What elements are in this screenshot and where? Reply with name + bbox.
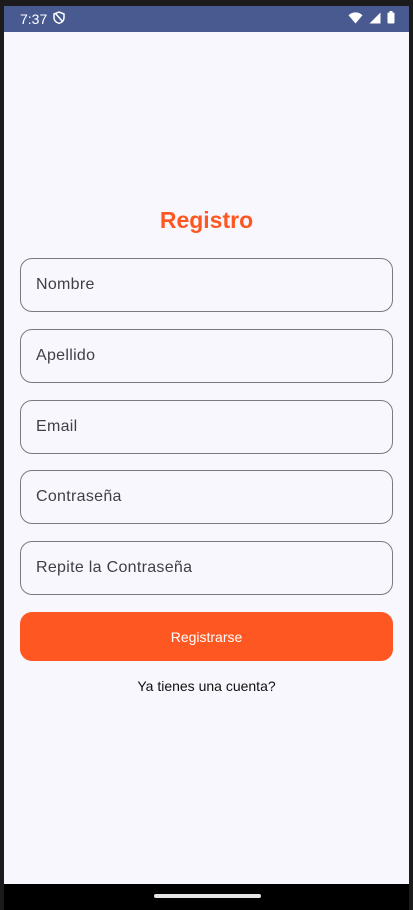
signal-icon: [369, 11, 381, 27]
register-button[interactable]: Registrarse: [20, 612, 393, 661]
battery-icon: [387, 11, 395, 27]
apellido-field[interactable]: [20, 329, 393, 383]
email-field[interactable]: [20, 400, 393, 454]
login-link[interactable]: Ya tienes una cuenta?: [4, 678, 409, 694]
phone-device: 7:37 Registro Nombre Apellido Email Regi…: [0, 0, 413, 910]
shield-icon: [53, 11, 65, 27]
wifi-icon: [348, 11, 363, 27]
home-indicator[interactable]: [154, 894, 261, 898]
repeat-password-field[interactable]: [20, 541, 393, 595]
status-bar: 7:37: [4, 6, 409, 32]
page-title: Registro: [159, 207, 254, 233]
register-screen: Registro Registrarse Ya tienes una cuent…: [4, 32, 409, 884]
navigation-bar: [4, 884, 409, 910]
status-time: 7:37: [20, 11, 48, 27]
nombre-field[interactable]: [20, 258, 393, 312]
password-field[interactable]: [20, 470, 393, 524]
